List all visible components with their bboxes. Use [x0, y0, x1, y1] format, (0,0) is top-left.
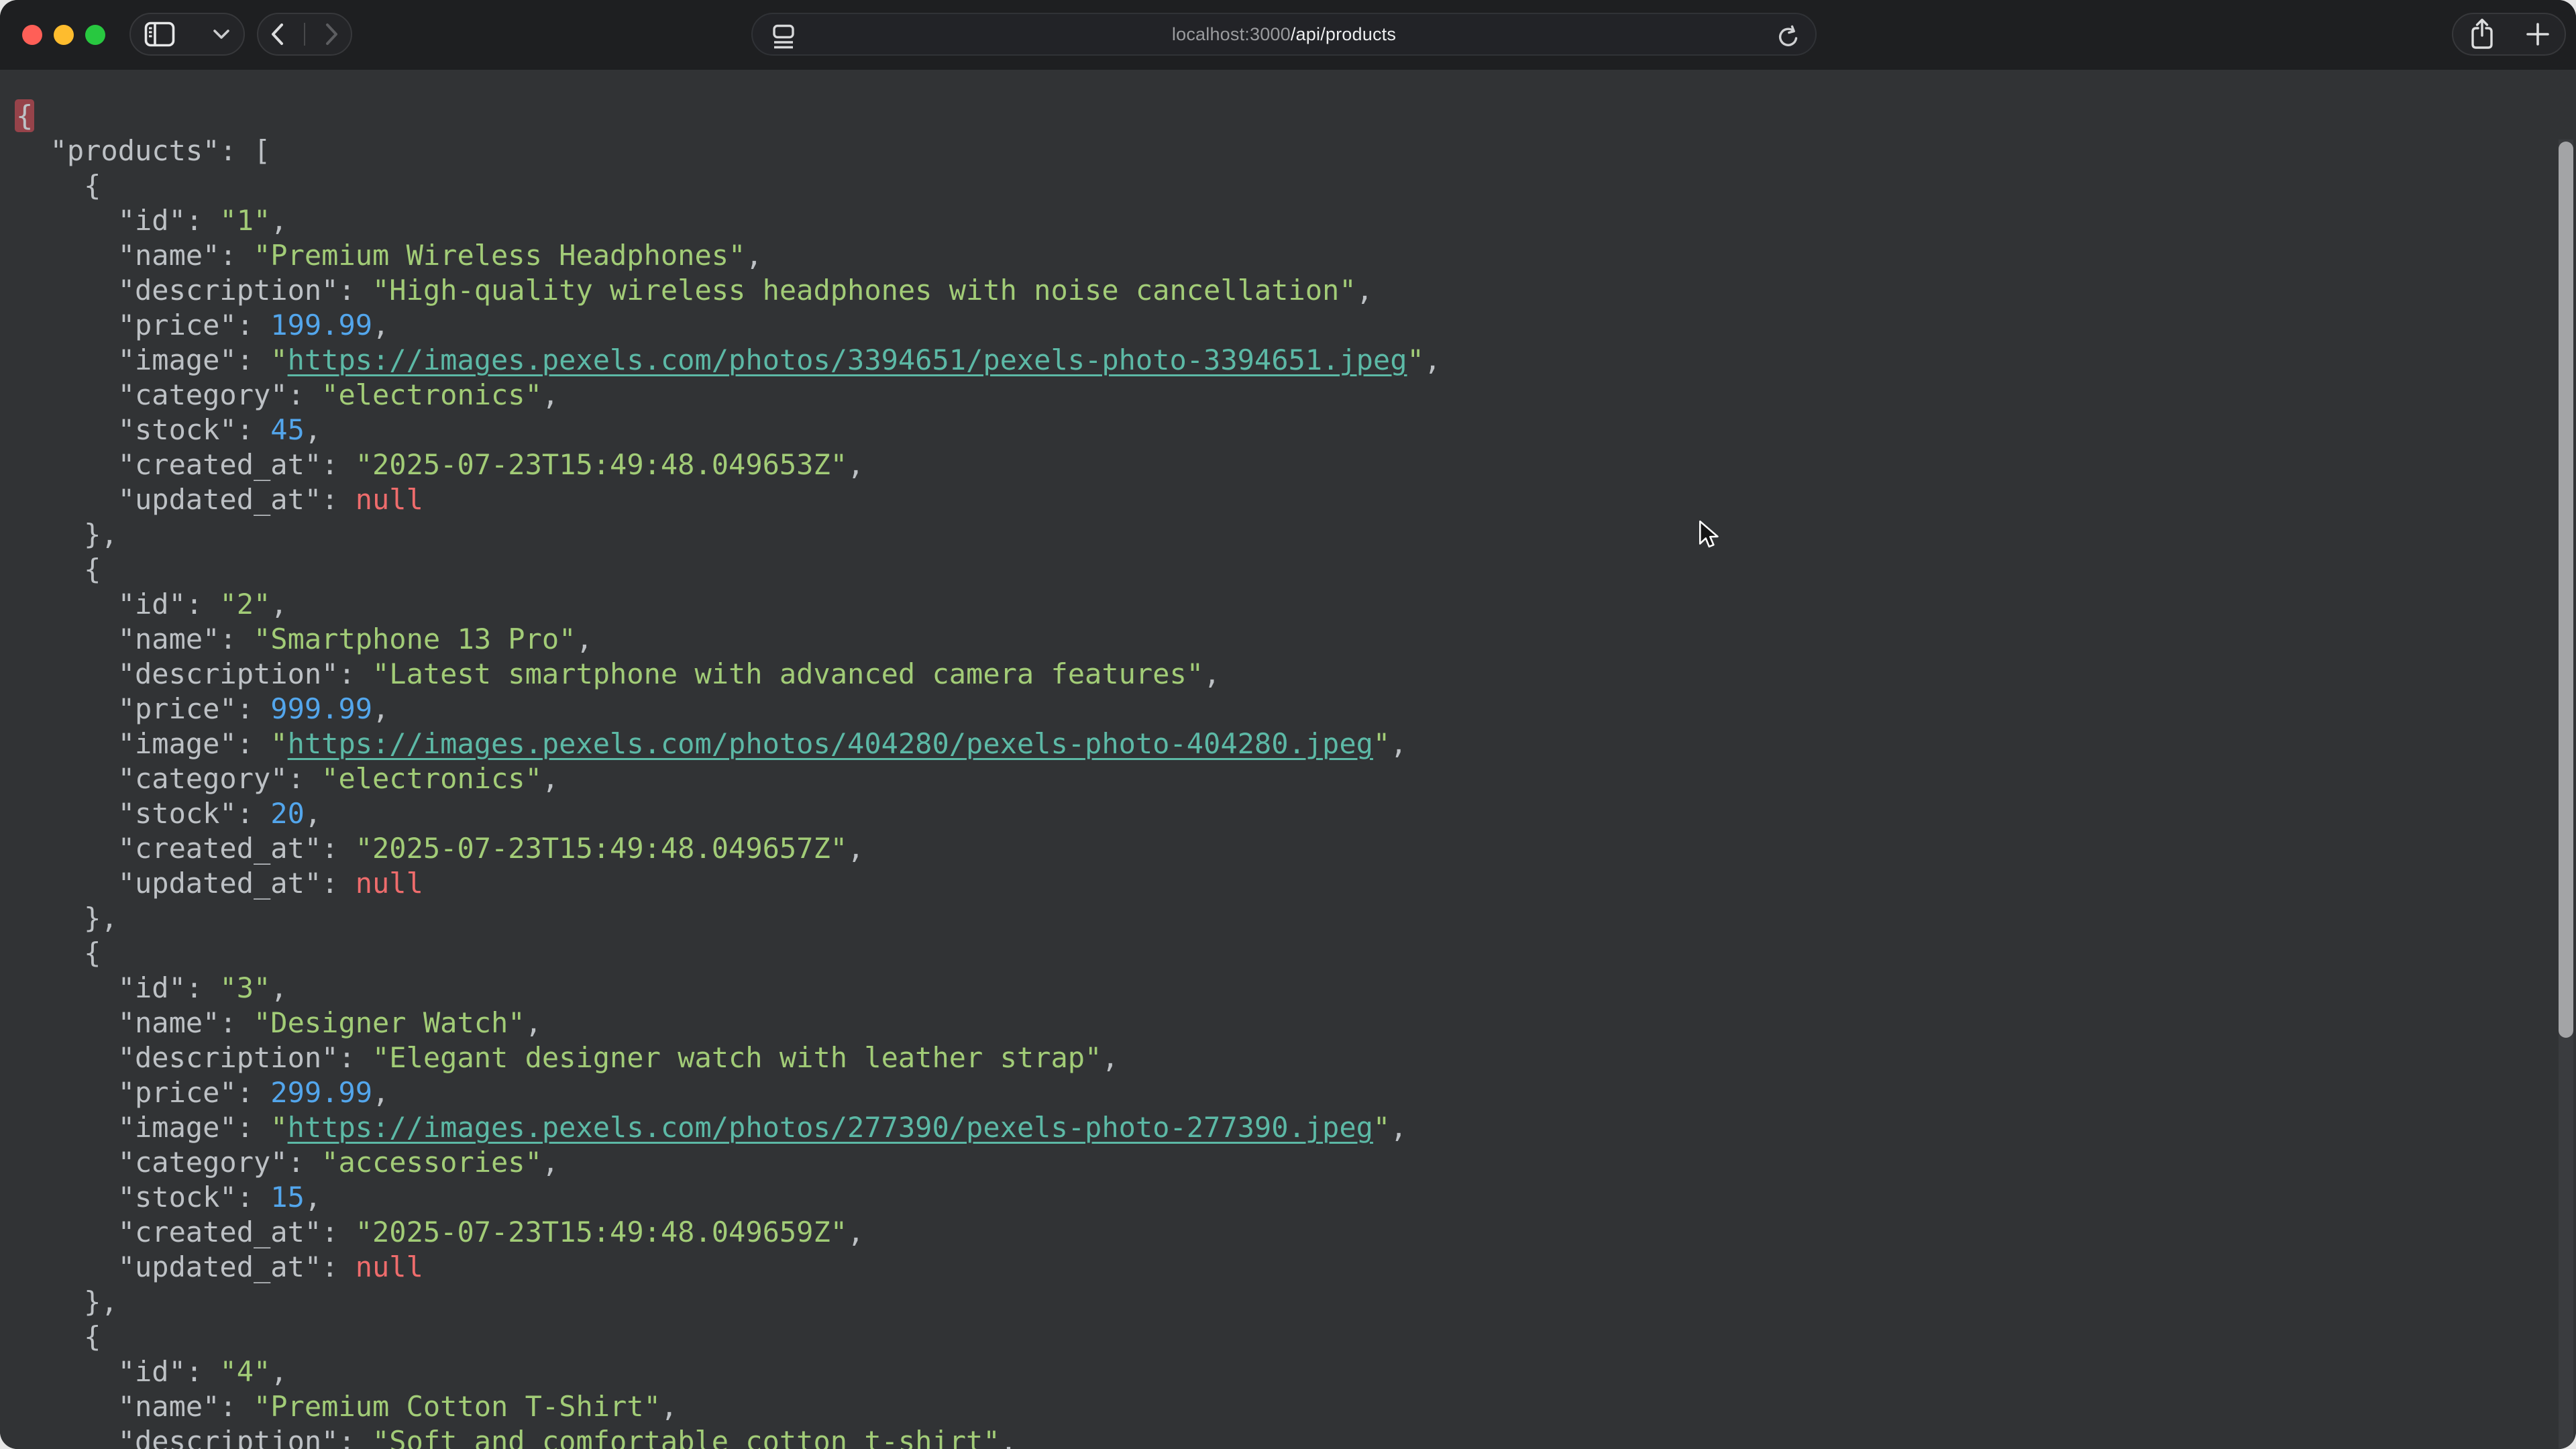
scrollbar-track[interactable]	[2559, 140, 2573, 1449]
json-response-view: { "products": [ { "id": "1", "name": "Pr…	[0, 70, 2576, 1449]
chevron-right-icon	[324, 22, 340, 46]
reload-button[interactable]	[1775, 23, 1802, 50]
url-host: localhost:3000	[1172, 24, 1291, 44]
url-display: localhost:3000/api/products	[1172, 24, 1396, 45]
window-actions-group	[2452, 13, 2566, 56]
sidebar-toggle-button[interactable]	[144, 21, 175, 47]
page-format-button[interactable]	[769, 22, 798, 50]
new-tab-button[interactable]	[2525, 21, 2551, 47]
close-button[interactable]	[22, 25, 42, 45]
highlighted-brace: {	[15, 99, 34, 132]
mouse-cursor	[1697, 519, 1720, 550]
share-icon	[2467, 17, 2497, 51]
nav-divider	[304, 23, 305, 46]
browser-window: localhost:3000/api/products	[0, 0, 2576, 1449]
traffic-lights	[22, 25, 105, 45]
share-button[interactable]	[2467, 17, 2497, 51]
plus-icon	[2525, 21, 2551, 47]
scrollbar-thumb[interactable]	[2559, 142, 2573, 1038]
title-bar: localhost:3000/api/products	[0, 0, 2576, 70]
back-button[interactable]	[269, 22, 285, 46]
sidebar-toggle-group	[129, 13, 245, 56]
image-link[interactable]: https://images.pexels.com/photos/277390/…	[288, 1111, 1373, 1144]
image-link[interactable]: https://images.pexels.com/photos/404280/…	[288, 727, 1373, 760]
page-format-icon	[769, 22, 798, 50]
chevron-down-icon	[213, 29, 230, 40]
forward-button[interactable]	[324, 22, 340, 46]
url-bar[interactable]: localhost:3000/api/products	[751, 13, 1817, 56]
chevron-left-icon	[269, 22, 285, 46]
sidebar-icon	[144, 21, 175, 47]
sidebar-menu-button[interactable]	[213, 29, 230, 40]
json-body: { "products": [ { "id": "1", "name": "Pr…	[16, 99, 1441, 1449]
url-path: /api/products	[1291, 24, 1396, 44]
image-link[interactable]: https://images.pexels.com/photos/3394651…	[288, 343, 1407, 376]
reload-icon	[1775, 23, 1802, 50]
minimize-button[interactable]	[54, 25, 74, 45]
zoom-button[interactable]	[85, 25, 105, 45]
navigation-group	[257, 13, 352, 56]
